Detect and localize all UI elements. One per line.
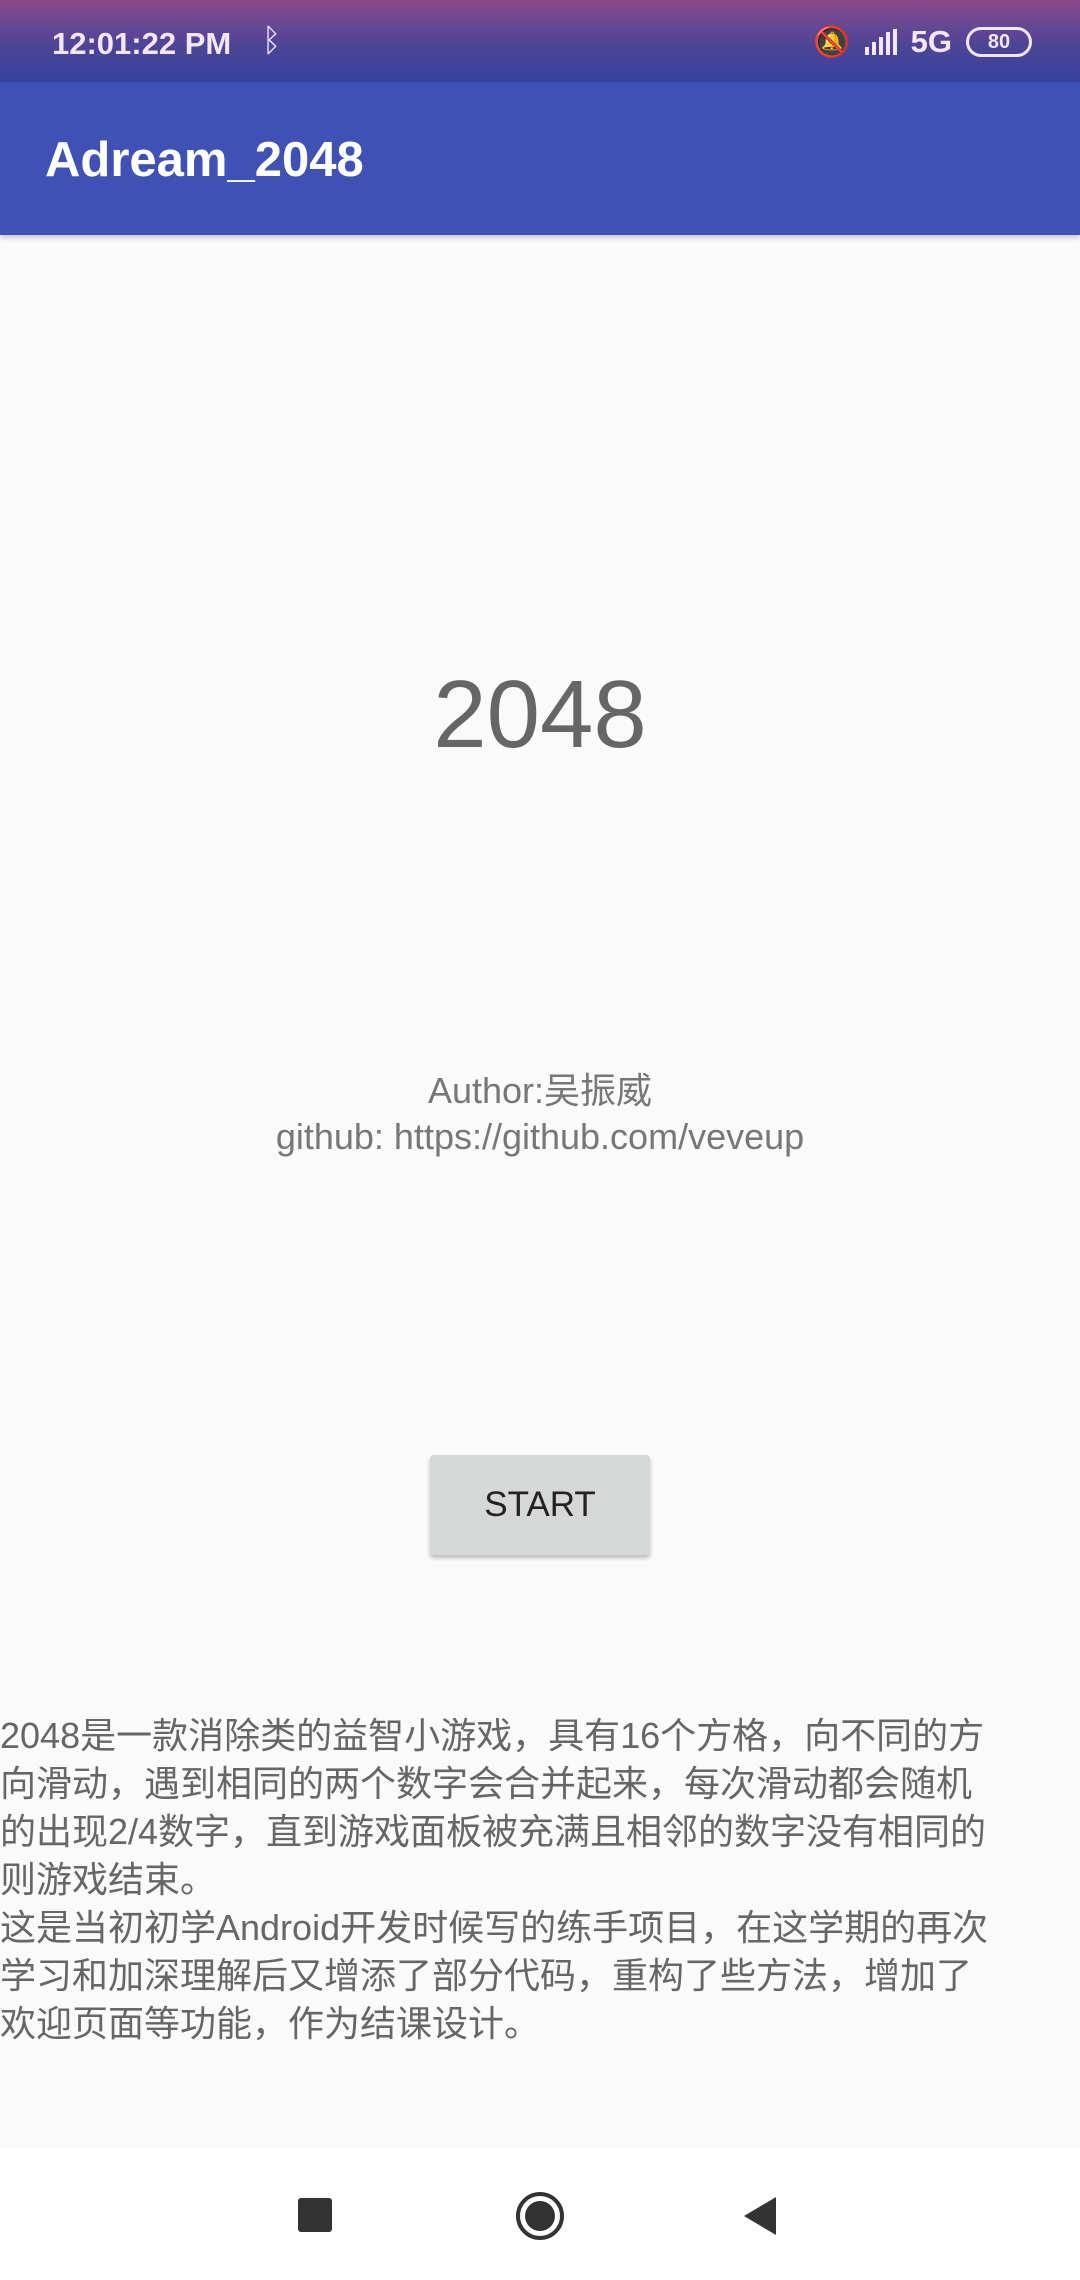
- app-title: Adream_2048: [45, 133, 364, 187]
- app-bar: Adream_2048: [0, 82, 1080, 235]
- description-line: 向滑动，遇到相同的两个数字会合并起来，每次滑动都会随机: [0, 1763, 973, 1804]
- game-heading: 2048: [433, 661, 647, 768]
- status-time: 12:01:22 PM: [52, 26, 232, 61]
- battery-icon: 80: [966, 27, 1032, 57]
- status-bar: 12:01:22 PM ᛒ 🔕 5G 80: [0, 0, 1080, 82]
- back-button[interactable]: [744, 2197, 776, 2235]
- home-icon: [525, 2201, 555, 2231]
- author-text: Author:吴振威: [427, 1070, 653, 1111]
- description-line: 的出现2/4数字，直到游戏面板被充满且相邻的数字没有相同的: [0, 1811, 987, 1852]
- home-button[interactable]: [516, 2192, 564, 2240]
- bell-muted-icon: 🔕: [813, 25, 851, 59]
- description-line: 则游戏结束。: [0, 1859, 217, 1900]
- github-link[interactable]: github: https://github.com/veveup: [0, 1116, 1080, 1158]
- navigation-bar: [0, 2148, 1080, 2280]
- bluetooth-icon: ᛒ: [262, 22, 282, 58]
- description-line: 2048是一款消除类的益智小游戏，具有16个方格，向不同的方: [0, 1715, 985, 1756]
- description-line: 这是当初初学Android开发时候写的练手项目，在这学期的再次: [0, 1907, 989, 1948]
- description-line: 欢迎页面等功能，作为结课设计。: [0, 2003, 541, 2044]
- description-line: 学习和加深理解后又增添了部分代码，重构了些方法，增加了: [0, 1955, 973, 1996]
- network-type: 5G: [910, 24, 952, 59]
- signal-icon: [864, 29, 897, 55]
- start-button[interactable]: START: [430, 1455, 650, 1555]
- description: 2048是一款消除类的益智小游戏，具有16个方格，向不同的方 向滑动，遇到相同的…: [0, 1712, 1080, 2048]
- recents-button[interactable]: [298, 2198, 332, 2232]
